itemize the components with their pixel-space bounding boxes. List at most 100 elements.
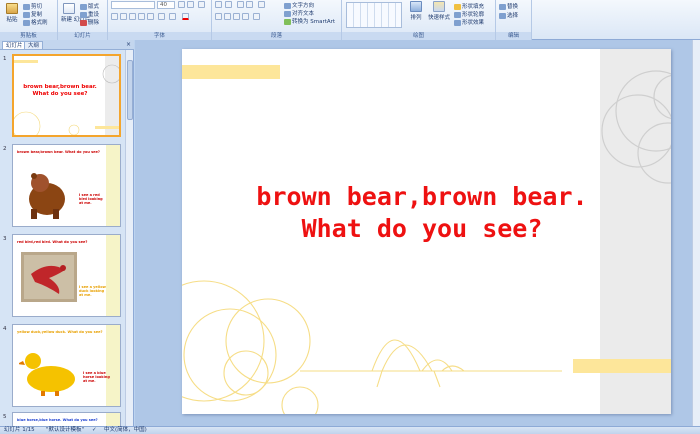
shrink-font-icon[interactable] (187, 1, 194, 8)
drawing-group-label: 绘图 (342, 32, 495, 40)
scissors-icon (23, 3, 30, 10)
slide-thumbnail-5[interactable]: blue horse,blue horse. What do you see? (12, 412, 121, 426)
slide-count: 幻灯片 1/15 (4, 427, 35, 433)
columns-icon[interactable] (253, 13, 260, 20)
spellcheck-icon[interactable]: ✓ (92, 427, 97, 434)
slide-title-line-1: brown bear,brown bear. (256, 182, 588, 211)
clear-format-icon[interactable] (198, 1, 205, 8)
align-text-button[interactable]: 对齐文本 (284, 9, 314, 17)
slide-thumbnail-3[interactable]: red bird,red bird. What do you see? I se… (12, 234, 121, 317)
language[interactable]: 中文(简体，中国) (104, 427, 147, 434)
change-case-icon[interactable] (169, 13, 176, 20)
italic-icon[interactable] (120, 13, 127, 20)
thumb-background-stripe (106, 413, 120, 426)
slides-pane: 幻灯片 大纲 × 1 brown bear,brown bear. What d… (0, 40, 134, 426)
slide-number: 1 (3, 56, 7, 62)
replace-label: 替换 (507, 4, 519, 10)
pane-scrollbar-thumb[interactable] (127, 60, 133, 120)
shapes-gallery[interactable] (346, 2, 402, 28)
shape-outline-button[interactable]: 形状轮廓 (454, 10, 484, 18)
font-color-icon[interactable] (182, 13, 189, 20)
pane-scrollbar[interactable] (125, 50, 133, 426)
slide-editor: brown bear,brown bear. What do you see? (135, 40, 700, 426)
shape-effects-label: 形状效果 (462, 20, 485, 26)
clipboard-group-label: 剪贴板 (0, 32, 57, 40)
format-painter-button[interactable]: 格式刷 (23, 18, 48, 26)
thumb-title: blue horse,blue horse. What do you see? (17, 418, 98, 422)
select-label: 选择 (507, 13, 519, 19)
thumb-title: brown bear,brown bear. What do you see? (17, 150, 100, 154)
numbering-icon[interactable] (225, 1, 232, 8)
slide-thumbnail-4[interactable]: yellow duck,yellow duck. What do you see… (12, 324, 121, 407)
font-name-combo[interactable] (111, 1, 155, 9)
brown-bear-image (25, 159, 75, 221)
arrange-button[interactable]: 排列 (408, 1, 424, 21)
increase-indent-icon[interactable] (246, 1, 253, 8)
theme-name[interactable]: "默认设计模板" (46, 427, 84, 434)
layout-button[interactable]: 版式 (80, 2, 99, 10)
slide-number: 2 (3, 146, 7, 152)
shadow-icon[interactable] (138, 13, 145, 20)
shape-effects-button[interactable]: 形状效果 (454, 18, 484, 26)
editor-scrollbar[interactable] (692, 40, 700, 426)
align-center-icon[interactable] (224, 13, 231, 20)
editing-group-label: 编辑 (496, 32, 531, 40)
clipboard-group: 粘贴 剪切 复制 格式刷 剪贴板 (0, 0, 58, 40)
paste-button[interactable]: 粘贴 (3, 3, 21, 23)
strikethrough-icon[interactable] (147, 13, 154, 20)
paste-label: 粘贴 (6, 17, 18, 23)
copy-icon (23, 11, 30, 18)
justify-icon[interactable] (242, 13, 249, 20)
slides-group-label: 幻灯片 (58, 32, 107, 40)
paragraph-group: 文字方向 对齐文本 转换为 SmartArt 段落 (212, 0, 342, 40)
slide-thumbnail-1[interactable]: brown bear,brown bear. What do you see? (12, 54, 121, 137)
replace-button[interactable]: 替换 (499, 2, 518, 10)
align-right-icon[interactable] (233, 13, 240, 20)
slide-canvas[interactable]: brown bear,brown bear. What do you see? (182, 49, 671, 414)
font-group-label: 字体 (108, 32, 211, 40)
quick-styles-button[interactable]: 快速样式 (428, 1, 450, 21)
new-slide-button[interactable]: 新建 幻灯片 (61, 3, 90, 23)
thumb-decoration (14, 64, 119, 135)
paste-icon (6, 3, 18, 14)
slide-number: 4 (3, 326, 7, 332)
underline-icon[interactable] (129, 13, 136, 20)
decrease-indent-icon[interactable] (237, 1, 244, 8)
drawing-group: 排列 快速样式 形状填充 形状轮廓 形状效果 绘图 (342, 0, 496, 40)
cut-button[interactable]: 剪切 (23, 2, 42, 10)
grow-font-icon[interactable] (178, 1, 185, 8)
font-size-combo[interactable]: 40 (157, 1, 175, 9)
line-spacing-icon[interactable] (258, 1, 265, 8)
replace-icon (499, 3, 506, 10)
font-group: 40 字体 (108, 0, 212, 40)
copy-button[interactable]: 复制 (23, 10, 42, 18)
reset-icon (80, 11, 87, 18)
effects-icon (454, 19, 461, 26)
delete-label: 删除 (88, 20, 100, 26)
tab-slides[interactable]: 幻灯片 (2, 41, 27, 49)
delete-icon (80, 19, 87, 26)
slide-title[interactable]: brown bear,brown bear. What do you see? (242, 181, 602, 245)
shape-fill-button[interactable]: 形状填充 (454, 2, 484, 10)
slide-thumbnail-2[interactable]: brown bear,brown bear. What do you see? … (12, 144, 121, 227)
delete-slide-button[interactable]: 删除 (80, 18, 99, 26)
layout-icon (80, 3, 87, 10)
text-direction-button[interactable]: 文字方向 (284, 1, 314, 9)
pen-icon (454, 11, 461, 18)
thumb-background-stripe (106, 325, 120, 406)
bold-icon[interactable] (111, 13, 118, 20)
bullets-icon[interactable] (215, 1, 222, 8)
select-button[interactable]: 选择 (499, 11, 518, 19)
align-left-icon[interactable] (215, 13, 222, 20)
fill-bucket-icon (454, 3, 461, 10)
close-icon[interactable]: × (126, 41, 131, 49)
tab-outline[interactable]: 大纲 (24, 41, 44, 49)
char-spacing-icon[interactable] (158, 13, 165, 20)
paragraph-group-label: 段落 (212, 32, 341, 40)
thumb-caption: I see a blue horse looking at me. (83, 371, 110, 383)
arrange-icon (410, 1, 422, 12)
reset-button[interactable]: 重设 (80, 10, 99, 18)
ribbon: 粘贴 剪切 复制 格式刷 剪贴板 新建 幻灯片 版式 重设 删除 幻灯片 40 … (0, 0, 700, 40)
smartart-button[interactable]: 转换为 SmartArt (284, 17, 335, 25)
slide-number: 5 (3, 414, 7, 420)
